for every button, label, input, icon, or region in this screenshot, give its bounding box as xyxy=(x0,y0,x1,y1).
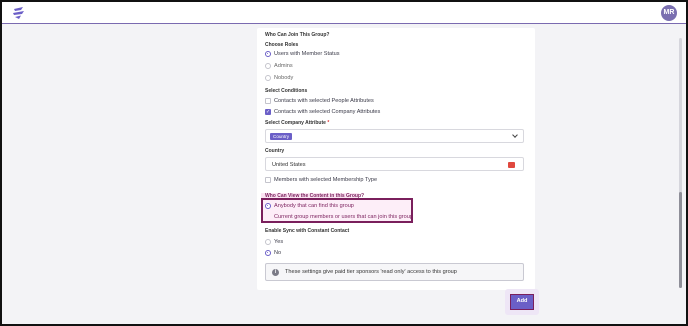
view-anybody-label: Anybody that can find this group xyxy=(274,203,354,209)
radio-sync-yes[interactable] xyxy=(265,239,271,245)
company-attribute-tag[interactable]: Country xyxy=(270,132,293,140)
add-button[interactable]: Add xyxy=(510,294,534,310)
company-attribute-label-text: Select Company Attribute xyxy=(265,120,326,126)
view-members-label[interactable]: Current group members or users that can … xyxy=(274,214,413,220)
company-attribute-label: Select Company Attribute * xyxy=(265,120,329,126)
avatar[interactable]: MR xyxy=(661,5,677,21)
radio-role-admins[interactable] xyxy=(265,63,271,69)
radio-view-anybody[interactable] xyxy=(265,203,271,209)
required-marker: * xyxy=(327,120,330,126)
country-input-value: United States xyxy=(272,161,306,168)
checkbox-people-attributes[interactable] xyxy=(265,98,271,104)
checkbox-company-attributes[interactable]: ✓ xyxy=(265,109,271,115)
scrollbar-thumb[interactable] xyxy=(679,192,682,288)
role-member-status-label: Users with Member Status xyxy=(274,51,340,57)
top-bar: MR xyxy=(2,2,686,24)
company-attribute-select[interactable]: Country xyxy=(265,129,524,143)
radio-sync-no[interactable] xyxy=(265,250,271,256)
checkbox-membership-type[interactable] xyxy=(265,177,271,183)
membership-type-label: Members with selected Membership Type xyxy=(274,177,378,183)
who-can-join-heading: Who Can Join This Group? xyxy=(265,32,330,38)
chevron-down-icon[interactable] xyxy=(512,132,518,138)
country-input[interactable]: United States xyxy=(265,157,524,171)
company-attributes-label: Contacts with selected Company Attribute… xyxy=(274,109,381,115)
notice-text: These settings give paid tier sponsors '… xyxy=(285,269,457,275)
app-window: MR Who Can Join This Group? Choose Roles… xyxy=(0,0,688,326)
country-label: Country xyxy=(265,148,285,154)
select-conditions-label: Select Conditions xyxy=(265,88,308,94)
choose-roles-label: Choose Roles xyxy=(265,42,299,48)
people-attributes-label: Contacts with selected People Attributes xyxy=(274,98,374,104)
role-admins-label: Admins xyxy=(274,63,293,69)
sync-yes-label: Yes xyxy=(274,239,284,245)
flag-icon xyxy=(508,161,515,168)
radio-role-member-status[interactable] xyxy=(265,51,271,57)
info-icon: i xyxy=(272,268,279,276)
sponsor-access-notice: i These settings give paid tier sponsors… xyxy=(265,263,524,281)
radio-role-nobody[interactable] xyxy=(265,75,271,81)
sync-no-label: No xyxy=(274,250,282,256)
lightning-stripes-icon[interactable] xyxy=(12,6,26,20)
role-nobody-label: Nobody xyxy=(274,75,294,81)
sync-heading: Enable Sync with Constant Contact xyxy=(265,228,350,234)
